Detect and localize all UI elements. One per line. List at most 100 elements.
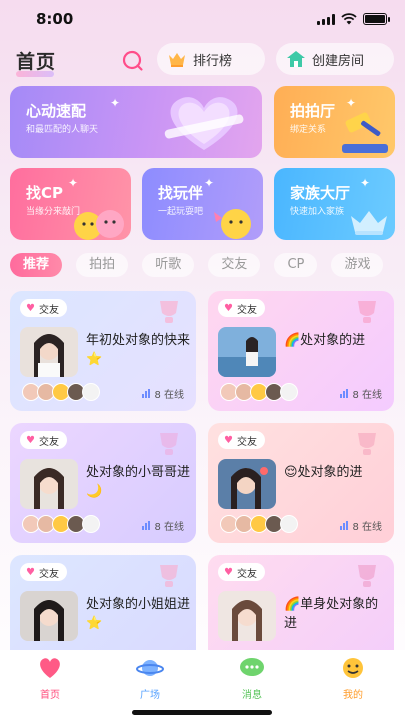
heart-icon: ♥ [26,434,35,446]
room-member-avatars [22,515,100,533]
wifi-icon [341,13,357,25]
crown-icon [351,211,387,235]
room-tag: ♥ 交友 [20,563,67,581]
heart-icon: ♥ [224,302,233,314]
room-thumbnail [218,327,276,377]
heart-home-icon [40,658,60,678]
online-bars-icon [142,521,151,530]
room-thumbnail [20,591,78,641]
page-title: 首页 [16,47,56,77]
paipai-card[interactable]: 拍拍厅 绑定关系 ✦ [274,86,395,158]
status-bar: 8:00 [0,0,405,38]
tabbar-mine-label: 我的 [343,690,363,701]
find-cp-title: 找CP [26,184,64,202]
gavel-icon [342,112,388,153]
create-room-label: 创建房间 [312,53,365,69]
heart-icon [164,97,244,150]
home-indicator [132,710,272,715]
room-tag: ♥ 交友 [20,299,67,317]
tabbar-square[interactable]: 广场 [120,656,180,701]
room-thumbnail [20,459,78,509]
signal-icon [317,13,335,25]
family-hall-title: 家族大厅 [290,184,351,202]
room-card[interactable]: ♥ 交友 🌈处对象的进 8 在线 [208,291,394,411]
search-icon [122,50,143,71]
status-icons [317,13,390,25]
paipai-subtitle: 绑定关系 [290,125,327,135]
paipai-title: 拍拍厅 [290,102,336,120]
smiley-icon [343,658,363,678]
heart-icon: ♥ [26,566,35,578]
room-online-count: 8 在线 [340,386,382,401]
room-member-avatars [220,515,298,533]
house-icon [287,51,305,67]
category-tabs: 推荐 拍拍 听歌 交友 CP 游戏 [10,253,405,279]
online-bars-icon [142,389,151,398]
trophy-icon [358,565,376,587]
room-title: 🌈处对象的进 [284,333,366,348]
partner-mascot-icon [214,209,251,239]
room-tag: ♥ 交友 [20,431,67,449]
find-partner-card[interactable]: 找玩伴 一起玩耍吧 ✦ [142,168,263,240]
room-card[interactable]: ♥ 交友 年初处对象的快来⭐ 8 在线 [10,291,196,411]
match-card[interactable]: 心动速配 和最匹配的人聊天 ✦ [10,86,262,158]
room-title: 🌈单身处对象的进 [284,597,379,631]
tabbar-mine[interactable]: 我的 [323,656,383,701]
tab-games[interactable]: 游戏 [331,253,384,277]
planet-icon [136,660,164,676]
heart-icon: ♥ [224,566,233,578]
match-title: 心动速配 [26,102,87,120]
chat-bubble-icon [240,658,264,676]
tab-dating[interactable]: 交友 [208,253,261,277]
room-tag: ♥ 交友 [218,563,265,581]
heart-icon: ♥ [224,434,233,446]
find-partner-subtitle: 一起玩耍吧 [158,207,204,217]
find-cp-card[interactable]: 找CP 当缘分来敲门 ✦ [10,168,131,240]
tabbar-home-label: 首页 [40,690,60,701]
sparkle-icon: ✦ [360,176,371,190]
tab-recommend[interactable]: 推荐 [10,253,63,277]
room-title: 处对象的小姐姐进⭐ [86,597,191,631]
sparkle-icon: ✦ [204,176,215,190]
trophy-icon [160,433,178,455]
room-thumbnail [218,591,276,641]
ranking-button[interactable]: 排行榜 [157,43,265,75]
tab-music[interactable]: 听歌 [142,253,195,277]
online-bars-icon [340,521,349,530]
room-title: 😌处对象的进 [284,465,363,480]
room-member-avatars [220,383,298,401]
tab-paipai[interactable]: 拍拍 [76,253,129,277]
room-title: 年初处对象的快来⭐ [86,333,191,367]
find-partner-title: 找玩伴 [158,184,204,202]
tabbar-messages-label: 消息 [242,690,262,701]
match-subtitle: 和最匹配的人聊天 [26,125,99,135]
tabbar-home[interactable]: 首页 [20,656,80,701]
room-tag: ♥ 交友 [218,431,265,449]
battery-icon [363,13,390,25]
room-online-count: 8 在线 [142,386,184,401]
trophy-icon [160,565,178,587]
create-room-button[interactable]: 创建房间 [276,43,394,75]
trophy-icon [160,301,178,323]
room-card[interactable]: ♥ 交友 处对象的小哥哥进🌙 8 在线 [10,423,196,543]
room-thumbnail [218,459,276,509]
status-time: 8:00 [36,10,74,28]
sparkle-icon: ✦ [110,96,121,110]
room-thumbnail [20,327,78,377]
tab-cp[interactable]: CP [274,253,318,277]
tabbar-square-label: 广场 [140,690,160,701]
header: 首页 排行榜 创建房间 [0,40,405,80]
room-tag: ♥ 交友 [218,299,265,317]
room-online-count: 8 在线 [142,518,184,533]
room-title: 处对象的小哥哥进🌙 [86,465,191,499]
trophy-icon [358,301,376,323]
search-button[interactable] [120,48,146,74]
family-hall-subtitle: 快速加入家族 [290,207,345,217]
online-bars-icon [340,389,349,398]
family-hall-card[interactable]: 家族大厅 快速加入家族 ✦ [274,168,395,240]
ranking-label: 排行榜 [193,53,233,69]
tabbar-messages[interactable]: 消息 [222,656,282,701]
room-card[interactable]: ♥ 交友 😌处对象的进 8 在线 [208,423,394,543]
heart-icon: ♥ [26,302,35,314]
room-online-count: 8 在线 [340,518,382,533]
